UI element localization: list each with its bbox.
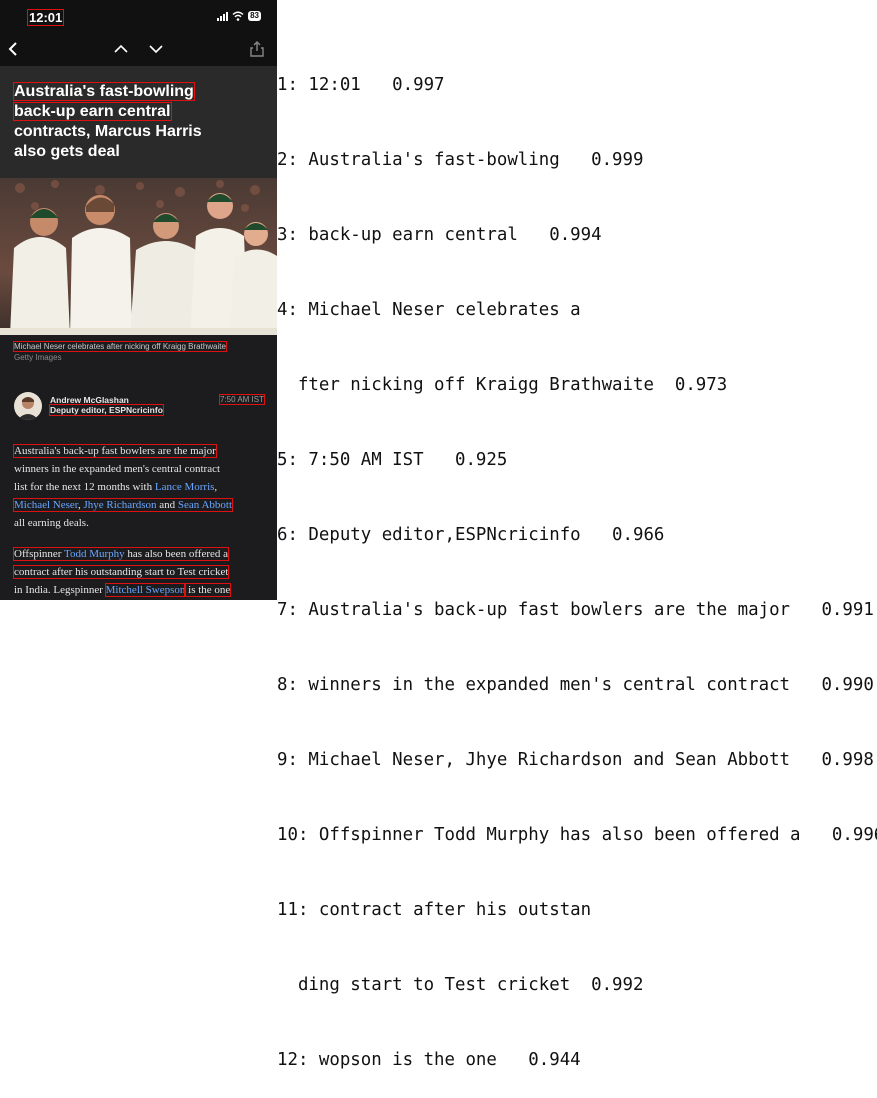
next-article-button[interactable] [145,38,167,60]
ocr-line: 11: contract after his outstan [277,900,592,920]
caption-credit: Getty Images [14,353,62,362]
publish-time: 7:50 AM IST [218,394,266,405]
p1-line-3-comma: , [214,481,218,493]
p1-line-4: Michael Neser, Jhye Richardson and Sean … [12,498,234,512]
status-icons: 83 [217,11,261,21]
previous-article-button[interactable] [110,38,132,60]
ocr-line: fter nicking off Kraigg Brathwaite 0.973 [277,375,728,395]
headline-block: Australia's fast-bowling back-up earn ce… [0,66,277,178]
link-mitchell-swepson[interactable]: Mitchell Swepson [104,583,187,597]
caption-text: Michael Neser celebrates after nicking o… [13,341,227,352]
link-jhye-richardson[interactable]: Jhye Richardson [84,499,157,511]
p1-line-3: list for the next 12 months with Lance M… [14,481,217,493]
headline-line-4: also gets deal [14,143,120,160]
status-bar: 12:01 83 [0,0,277,34]
article-paragraph-2: Offspinner Todd Murphy has also been off… [12,545,264,599]
p2-line-2: contract after his outstanding start to … [12,565,230,579]
author-name[interactable]: Andrew McGlashan [50,395,129,405]
back-button[interactable] [2,38,24,60]
p2-line-3: in India. Legspinner Mitchell Swepson is… [14,583,232,597]
article-paragraph-1: Australia's back-up fast bowlers are the… [12,442,264,532]
ocr-line: 2: Australia's fast-bowling 0.999 [277,150,644,170]
p1-line-2: winners in the expanded men's central co… [14,463,221,475]
ocr-line: 7: Australia's back-up fast bowlers are … [277,600,874,620]
ocr-line: 6: Deputy editor,ESPNcricinfo 0.966 [277,525,665,545]
ocr-line: 4: Michael Neser celebrates a [277,300,581,320]
link-michael-neser[interactable]: Michael Neser [14,499,78,511]
headline-line-2: back-up earn central [13,102,172,121]
p1-line-1: Australia's back-up fast bowlers are the… [13,444,217,458]
ocr-line: ding start to Test cricket 0.992 [277,975,644,995]
ocr-line: 9: Michael Neser, Jhye Richardson and Se… [277,750,874,770]
p2-line-1: Offspinner Todd Murphy has also been off… [12,547,230,561]
p2-line-3-text: in India. Legspinner [14,584,106,596]
article-headline: Australia's fast-bowling back-up earn ce… [13,82,264,162]
chevron-left-icon [8,42,17,56]
battery-icon: 83 [248,11,261,21]
ocr-line: 5: 7:50 AM IST 0.925 [277,450,508,470]
chevron-down-icon [149,45,163,54]
p2-line-3-rest: is the one [184,583,232,597]
chevron-up-icon [114,44,128,53]
headline-line-1: Australia's fast-bowling [13,82,195,101]
wifi-icon [232,11,244,21]
p1-line-4-and: and [156,499,178,511]
ocr-line: 3: back-up earn central 0.994 [277,225,602,245]
p1-line-5: all earning deals. [14,517,89,529]
ocr-line: 10: Offspinner Todd Murphy has also been… [277,825,877,845]
share-icon [250,41,264,57]
share-button[interactable] [246,38,268,60]
article-nav-bar [0,34,277,66]
status-time: 12:01 [26,9,65,26]
ocr-line: 1: 12:01 0.997 [277,75,445,95]
photo-caption: Michael Neser celebrates after nicking o… [13,341,227,362]
ocr-results-panel: 1: 12:01 0.997 2: Australia's fast-bowli… [277,23,877,1098]
author-byline[interactable]: Andrew McGlashan Deputy editor, ESPNcric… [14,392,266,420]
avatar [14,392,42,420]
ocr-line: 8: winners in the expanded men's central… [277,675,874,695]
p1-line-3-text: list for the next 12 months with [14,481,155,493]
p2-line-1-rest: has also been offered a [124,548,229,560]
link-sean-abbott[interactable]: Sean Abbott [178,499,232,511]
headline-line-3: contracts, Marcus Harris [14,123,202,140]
article-photo [0,178,277,335]
link-lance-morris[interactable]: Lance Morris [155,481,215,493]
author-role: Deputy editor, ESPNcricinfo [49,404,164,416]
link-todd-murphy[interactable]: Todd Murphy [64,548,125,560]
p2-line-1-text: Offspinner [14,548,65,560]
cricket-players-image [0,178,277,335]
ocr-line: 12: wopson is the one 0.944 [277,1050,581,1070]
phone-screenshot: 12:01 83 Australia's fast-bowling back-u… [0,0,277,600]
signal-icon [217,11,229,21]
